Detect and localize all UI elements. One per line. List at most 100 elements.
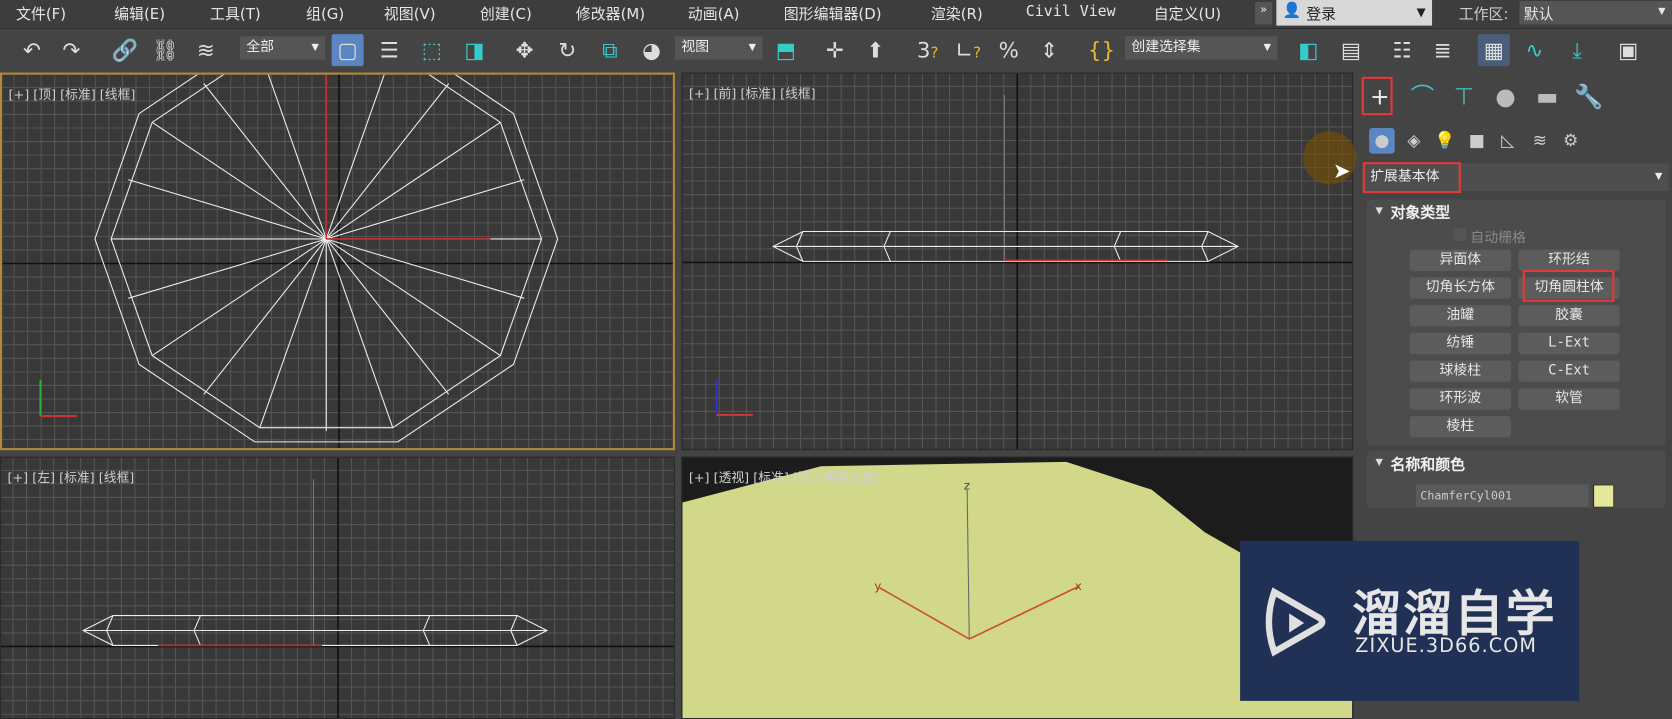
object-color-swatch[interactable]	[1593, 484, 1615, 508]
utilities-wrench-icon[interactable]: 🔧	[1572, 81, 1606, 115]
edit-named-selection-icon[interactable]: {}	[1085, 34, 1117, 66]
viewport-label[interactable]: [+] [透视] [标准] [默认明暗处理]	[689, 468, 880, 486]
space-warps-icon[interactable]: ≋	[1527, 128, 1553, 154]
watermark-url: ZIXUE.3D66.COM	[1355, 634, 1538, 658]
select-by-name-icon[interactable]: ☰	[373, 34, 405, 66]
move-icon[interactable]: ✥	[509, 34, 541, 66]
percent-snap-icon[interactable]: %	[993, 34, 1025, 66]
object-type-button[interactable]: 异面体	[1409, 249, 1511, 271]
autogrid-label: 自动栅格	[1470, 230, 1526, 247]
reference-coordinate-dropdown[interactable]: 视图 ▼	[674, 36, 763, 60]
menu-file[interactable]: 文件(F)	[16, 3, 66, 24]
shapes-icon[interactable]: ◈	[1401, 128, 1427, 154]
menu-customize[interactable]: 自定义(U)	[1154, 3, 1221, 24]
pivot-center-icon[interactable]: ⬒	[770, 34, 802, 66]
object-name-input[interactable]: ChamferCyl001	[1416, 484, 1589, 507]
redo-icon[interactable]: ↷	[55, 34, 87, 66]
menu-edit[interactable]: 编辑(E)	[114, 3, 165, 24]
viewport-label[interactable]: [+] [前] [标准] [线框]	[689, 84, 816, 102]
scene-explorer-icon[interactable]: ☷	[1386, 34, 1418, 66]
object-type-button[interactable]: C-Ext	[1518, 360, 1620, 382]
viewport-top[interactable]: [+] [顶] [标准] [线框]	[0, 72, 675, 451]
menu-create[interactable]: 创建(C)	[480, 3, 532, 24]
collapse-triangle-icon[interactable]: ▼	[1376, 458, 1383, 469]
window-crossing-icon[interactable]: ◨	[459, 34, 491, 66]
undo-icon[interactable]: ↶	[16, 34, 48, 66]
object-type-button[interactable]: 棱柱	[1409, 416, 1511, 438]
snaps-toggle-icon[interactable]: 3?	[912, 34, 944, 66]
front-view-canvas	[682, 73, 1353, 450]
ribbon-toggle-icon[interactable]: ▦	[1477, 34, 1510, 67]
axis-y-label: y	[874, 579, 881, 593]
chevron-down-icon: ▼	[1416, 5, 1426, 20]
axis-x-label: x	[1075, 579, 1082, 593]
object-type-button[interactable]: 纺锤	[1409, 332, 1511, 355]
wireframe-spoke	[203, 83, 327, 240]
menu-rendering[interactable]: 渲染(R)	[931, 3, 983, 24]
object-type-button[interactable]: 软管	[1518, 388, 1620, 410]
helpers-icon[interactable]: ◺	[1495, 128, 1521, 154]
mouse-cursor-icon: ➤	[1332, 157, 1351, 184]
rectangle-selection-icon[interactable]: ⬚	[416, 34, 448, 66]
object-type-button[interactable]: 环形结	[1518, 249, 1620, 271]
display-tab-icon[interactable]: ▬	[1530, 81, 1564, 115]
viewport-left[interactable]: [+] [左] [标准] [线框]	[0, 456, 675, 719]
chevron-down-icon: ▼	[1658, 6, 1666, 18]
rollout-title[interactable]: 对象类型	[1390, 202, 1450, 223]
object-type-button[interactable]: 胶囊	[1518, 305, 1620, 327]
viewport-front[interactable]: [+] [前] [标准] [线框]	[681, 72, 1354, 451]
hierarchy-tab-icon[interactable]: ⊤	[1447, 81, 1481, 115]
geometry-sphere-icon[interactable]: ●	[1369, 128, 1395, 154]
wireframe-spoke	[128, 238, 327, 299]
menu-group[interactable]: 组(G)	[306, 3, 344, 24]
reference-coordinate-value: 视图	[681, 39, 710, 56]
autogrid-checkbox[interactable]	[1453, 228, 1467, 242]
link-icon[interactable]: 🔗	[109, 34, 141, 66]
viewport-label[interactable]: [+] [左] [标准] [线框]	[7, 468, 134, 486]
menu-graph-editors[interactable]: 图形编辑器(D)	[784, 3, 882, 24]
highlight-box	[1362, 162, 1461, 194]
select-manipulate-icon[interactable]: ✛	[819, 34, 851, 66]
angle-snap-icon[interactable]: ∟?	[952, 34, 984, 66]
camera-icon[interactable]: ■	[1464, 128, 1490, 154]
menu-overflow-button[interactable]: »	[1255, 2, 1273, 25]
modify-tab-icon[interactable]: ⌒	[1405, 81, 1439, 115]
login-dropdown[interactable]: 👤 登录 ▼	[1276, 0, 1433, 26]
spinner-snap-icon[interactable]: ⇕	[1033, 34, 1065, 66]
object-type-button[interactable]: L-Ext	[1518, 332, 1620, 355]
object-type-button[interactable]: 球棱柱	[1409, 360, 1511, 382]
rotate-icon[interactable]: ↻	[551, 34, 583, 66]
menu-views[interactable]: 视图(V)	[384, 3, 436, 24]
motion-tab-icon[interactable]: ●	[1489, 81, 1523, 115]
viewport-label[interactable]: [+] [顶] [标准] [线框]	[9, 85, 136, 103]
object-type-button[interactable]: 环形波	[1409, 388, 1511, 410]
object-type-button[interactable]: 切角长方体	[1409, 277, 1511, 299]
menu-modifiers[interactable]: 修改器(M)	[576, 3, 645, 24]
name-and-color-rollout: ▼ 名称和颜色 ChamferCyl001	[1366, 451, 1666, 508]
mirror-icon[interactable]: ◧	[1292, 34, 1324, 66]
rollout-title[interactable]: 名称和颜色	[1390, 453, 1465, 474]
align-icon[interactable]: ▤	[1335, 34, 1367, 66]
wireframe-spoke	[325, 238, 450, 395]
menu-civil-view[interactable]: Civil View	[1026, 3, 1116, 20]
workspace-dropdown[interactable]: 默认 ▼	[1519, 1, 1672, 25]
placement-icon[interactable]: ◕	[636, 34, 668, 66]
selection-filter-dropdown[interactable]: 全部 ▼	[239, 36, 326, 60]
bind-space-warp-icon[interactable]: ≋	[190, 34, 222, 66]
select-object-icon[interactable]: ▢	[331, 34, 364, 67]
schematic-view-icon[interactable]: ⤓	[1561, 34, 1593, 66]
menu-tools[interactable]: 工具(T)	[210, 3, 261, 24]
unlink-icon[interactable]: ⛓	[149, 34, 181, 66]
layer-explorer-icon[interactable]: ≣	[1427, 34, 1459, 66]
systems-gears-icon[interactable]: ⚙	[1558, 128, 1584, 154]
scale-icon[interactable]: ⧉	[594, 34, 626, 66]
curve-editor-icon[interactable]: ∿	[1518, 34, 1550, 66]
keyboard-shortcut-override-icon[interactable]: ⬆	[859, 34, 891, 66]
login-label: 登录	[1306, 6, 1337, 24]
lights-bulb-icon[interactable]: 💡	[1432, 128, 1458, 154]
object-type-button[interactable]: 油罐	[1409, 305, 1511, 327]
named-selection-dropdown[interactable]: 创建选择集 ▼	[1124, 36, 1278, 60]
material-editor-icon[interactable]: ▣	[1612, 34, 1644, 66]
menu-animation[interactable]: 动画(A)	[688, 3, 740, 24]
collapse-triangle-icon[interactable]: ▼	[1376, 206, 1383, 217]
